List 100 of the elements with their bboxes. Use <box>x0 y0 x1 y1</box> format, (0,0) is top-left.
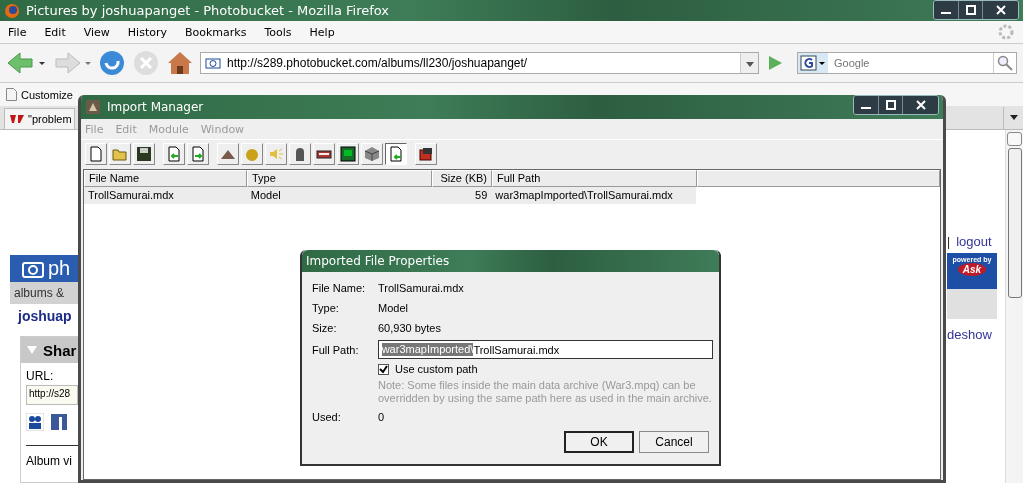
menu-item[interactable]: Bookmarks <box>185 25 247 39</box>
file-row[interactable]: TrollSamurai.mdx Model 59 war3mapImported\TrollSamurai.mdx <box>84 187 696 204</box>
page-icon <box>6 88 17 101</box>
forward-arrow-icon <box>52 51 92 75</box>
save-button[interactable] <box>133 142 155 165</box>
cube-button[interactable] <box>361 142 383 165</box>
caret-icon <box>1009 115 1018 121</box>
username: joshuap <box>18 308 73 325</box>
field-label: Size: <box>312 322 338 334</box>
address-field[interactable]: http://s289.photobucket.com/albums/ll230/joshuapanget/ <box>200 52 759 74</box>
camera-icon <box>22 259 44 278</box>
maximize-icon <box>965 5 976 15</box>
export-button[interactable] <box>187 142 209 165</box>
table-cell-text: Model <box>249 188 282 203</box>
search-engine-button[interactable] <box>798 53 828 73</box>
check-icon <box>379 364 388 374</box>
field-value: 60,930 bytes <box>378 322 441 334</box>
minimize-button[interactable] <box>854 96 878 114</box>
sound-button[interactable] <box>265 142 287 165</box>
reload-button[interactable] <box>98 49 126 77</box>
close-icon <box>995 5 1006 15</box>
dropdown-button[interactable] <box>740 53 758 73</box>
crate-button[interactable] <box>415 142 437 165</box>
cube-icon <box>364 145 380 162</box>
cancel-button[interactable]: Cancel <box>639 431 709 453</box>
note-text: Note: Some files inside the main data archive (War3.mpq) can be overridden by using the same path here as used in the main archive. <box>378 379 713 405</box>
import-icon <box>166 145 182 162</box>
slideshow-link[interactable]: deshow <box>947 327 1005 342</box>
collapse-triangle-icon <box>27 345 37 356</box>
scroll-up-button[interactable] <box>1007 132 1022 146</box>
url-field[interactable]: http://s28 <box>26 385 78 406</box>
share-square-icon <box>50 413 68 432</box>
column-header[interactable]: Type <box>247 170 432 187</box>
browser-tab[interactable]: "problem <box>4 108 75 129</box>
statue-button[interactable] <box>289 142 311 165</box>
maximize-icon <box>885 100 896 110</box>
terrain-button[interactable] <box>217 142 239 165</box>
window-title: Pictures by joshuapanget - Photobucket - Mozilla Firefox <box>26 3 391 18</box>
url-label: URL: <box>26 369 55 384</box>
scrollbar[interactable] <box>1005 130 1023 483</box>
minimize-icon <box>941 12 951 14</box>
provider-logo: Ask <box>957 263 987 276</box>
maximize-button[interactable] <box>878 96 902 114</box>
nav-link[interactable]: albums & <box>14 286 65 301</box>
import-button[interactable] <box>163 142 185 165</box>
field-value: TrollSamurai.mdx <box>378 282 464 294</box>
column-header[interactable]: File Name <box>84 170 247 187</box>
menu-item[interactable]: History <box>127 25 167 39</box>
bookmark-link[interactable]: Customize <box>6 88 73 101</box>
search-field[interactable]: Google <box>797 52 1017 74</box>
menu-item[interactable]: View <box>83 25 110 39</box>
new-file-button[interactable] <box>85 142 107 165</box>
app-icon <box>85 99 101 115</box>
field-label: Type: <box>312 302 340 314</box>
custom-path-checkbox[interactable]: Use custom path <box>378 363 713 375</box>
people-icon <box>26 413 44 432</box>
throbber-icon <box>997 23 1015 41</box>
site-icon <box>9 113 25 125</box>
monitor-icon <box>340 145 356 162</box>
panel-header[interactable]: Shar <box>21 337 78 364</box>
close-button[interactable] <box>902 96 938 114</box>
page-arrow-button[interactable] <box>385 142 407 165</box>
field-label: File Name: <box>312 282 367 294</box>
menu-item[interactable]: Help <box>309 25 335 39</box>
export-icon <box>190 145 206 162</box>
browser-logo-icon <box>4 2 20 19</box>
crate-icon <box>418 145 434 162</box>
back-button[interactable] <box>6 51 46 75</box>
window-title: Import Manager <box>107 100 205 114</box>
menu-item[interactable]: File <box>8 25 27 39</box>
separator: | <box>947 234 951 249</box>
album-text: Album vi <box>26 454 73 469</box>
scroll-thumb[interactable] <box>1007 148 1022 298</box>
stop-icon <box>132 49 160 77</box>
field-value: 0 <box>378 411 385 423</box>
monitor-button[interactable] <box>337 142 359 165</box>
minimize-button[interactable] <box>934 1 958 19</box>
logo-text: ph <box>48 257 71 281</box>
column-header[interactable]: Full Path <box>492 170 697 187</box>
panel-title: Shar <box>43 341 77 359</box>
coin-button[interactable] <box>241 142 263 165</box>
table-cell-text: war3mapImported\TrollSamurai.mdx <box>494 188 674 203</box>
close-button[interactable] <box>982 1 1018 19</box>
caret-icon <box>745 61 754 68</box>
new-file-icon <box>88 145 104 162</box>
panel-button[interactable] <box>313 142 335 165</box>
menu-item[interactable]: Edit <box>44 25 66 39</box>
logout-link[interactable]: logout <box>956 234 992 249</box>
menu-item[interactable]: Tools <box>264 25 292 39</box>
reload-icon <box>98 49 126 77</box>
home-button[interactable] <box>166 49 194 77</box>
camera-icon <box>205 57 221 69</box>
maximize-button[interactable] <box>958 1 982 19</box>
ok-button[interactable]: OK <box>564 431 634 453</box>
close-icon <box>915 100 926 110</box>
column-header[interactable]: Size (KB) <box>432 170 492 187</box>
table-cell-text: 59 <box>474 188 489 203</box>
home-icon <box>166 49 194 77</box>
ad-panel <box>947 289 997 319</box>
field-label: Full Path: <box>312 343 360 356</box>
